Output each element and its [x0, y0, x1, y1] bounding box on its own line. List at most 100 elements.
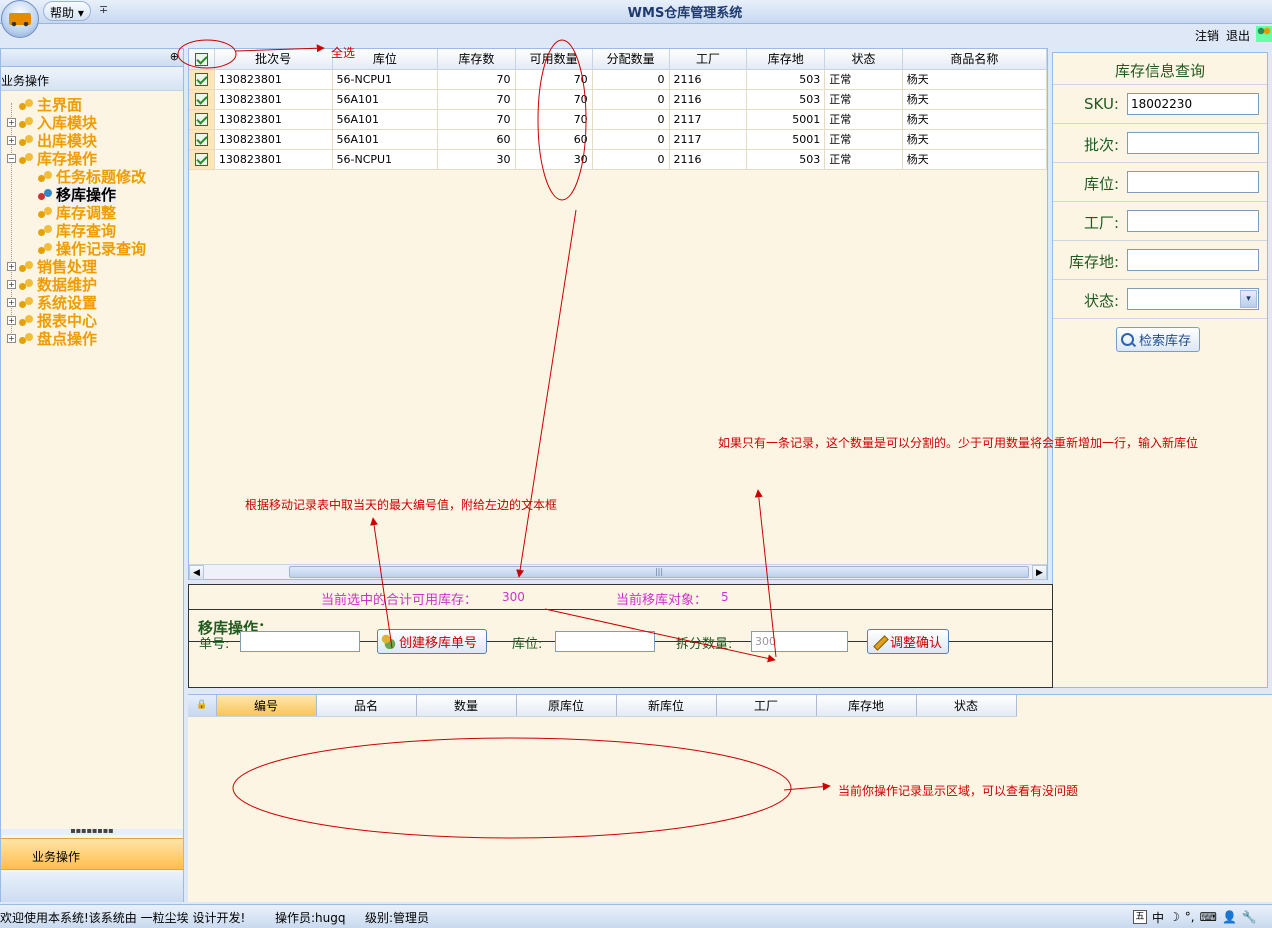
tree-item[interactable]: 操作记录查询 [7, 239, 183, 258]
tree-item[interactable]: 库存查询 [7, 221, 183, 240]
column-header[interactable]: 状态 [824, 49, 903, 70]
row-checkbox[interactable] [189, 149, 215, 170]
tree-item[interactable]: + 盘点操作 [7, 329, 183, 348]
cell-factory: 2117 [669, 129, 748, 150]
confirm-adjust-button[interactable]: 调整确认 [867, 629, 949, 654]
log-column-header[interactable]: 状态 [916, 695, 1017, 717]
lock-icon[interactable]: 🔒 [188, 695, 217, 717]
split-quantity-label: 拆分数量: [676, 637, 733, 652]
scroll-left-icon[interactable]: ◀ [189, 565, 204, 580]
ime-user-icon[interactable]: 👤 [1222, 910, 1237, 924]
log-column-header[interactable]: 工厂 [716, 695, 817, 717]
create-move-order-label: 创建移库单号 [399, 636, 478, 651]
expand-icon[interactable]: + [7, 333, 16, 343]
expand-icon[interactable]: + [7, 261, 16, 271]
column-header[interactable]: 批次号 [214, 49, 333, 70]
location-input[interactable] [1127, 171, 1259, 193]
ime-settings-icon[interactable]: 🔧 [1242, 910, 1257, 924]
column-header[interactable]: 库存数 [437, 49, 516, 70]
tree-item[interactable]: + 数据维护 [7, 275, 183, 294]
order-number-input[interactable] [240, 631, 360, 652]
scroll-thumb[interactable]: ||| [289, 566, 1029, 578]
log-column-header[interactable]: 品名 [316, 695, 417, 717]
log-column-header[interactable]: 新库位 [616, 695, 717, 717]
column-header[interactable]: 商品名称 [902, 49, 1048, 70]
table-row[interactable]: 130823801 56-NCPU1 70 70 0 2116 503 正常 杨天 [189, 69, 1048, 90]
expand-icon[interactable]: + [7, 315, 16, 325]
table-row[interactable]: 130823801 56-NCPU1 30 30 0 2116 503 正常 杨天 [189, 149, 1048, 170]
location-field-row: 库位: [1053, 163, 1267, 202]
ime-halfwidth-icon[interactable]: ☽ [1169, 910, 1180, 924]
panel-splitter[interactable]: ▪▪▪▪▪▪▪▪ [1, 827, 183, 835]
status-select[interactable]: ▾ [1127, 288, 1259, 310]
table-row[interactable]: 130823801 56A101 70 70 0 2117 5001 正常 杨天 [189, 109, 1048, 130]
tree-item[interactable]: 库存调整 [7, 203, 183, 222]
cell-factory: 2116 [669, 69, 748, 90]
column-header[interactable]: 工厂 [669, 49, 748, 70]
factory-input[interactable] [1127, 210, 1259, 232]
cell-allocated: 0 [592, 109, 670, 130]
tree-item[interactable]: + 销售处理 [7, 257, 183, 276]
select-all-checkbox[interactable] [189, 49, 215, 70]
expand-icon[interactable]: + [7, 135, 16, 145]
column-header[interactable]: 分配数量 [592, 49, 670, 70]
log-column-header[interactable]: 库存地 [816, 695, 917, 717]
cell-stock: 70 [437, 109, 516, 130]
tree-item[interactable]: + 系统设置 [7, 293, 183, 312]
tree-item[interactable]: 主界面 [7, 95, 183, 114]
row-checkbox[interactable] [189, 129, 215, 150]
tree-item[interactable]: 任务标题修改 [7, 167, 183, 186]
tree-item[interactable]: + 出库模块 [7, 131, 183, 150]
table-row[interactable]: 130823801 56A101 70 70 0 2116 503 正常 杨天 [189, 89, 1048, 110]
tree-item[interactable]: − 库存操作 [7, 149, 183, 168]
quick-access-arrow-icon[interactable]: ∓ [99, 3, 108, 16]
table-row[interactable]: 130823801 56A101 60 60 0 2117 5001 正常 杨天 [189, 129, 1048, 150]
storage-input[interactable] [1127, 249, 1259, 271]
logout-link[interactable]: 注销 [1195, 27, 1219, 44]
log-column-header[interactable]: 原库位 [516, 695, 617, 717]
cell-location: 56A101 [332, 129, 439, 150]
row-checkbox[interactable] [189, 69, 215, 90]
sku-input[interactable]: 18002230 [1127, 93, 1259, 115]
tree-item[interactable]: 移库操作 [7, 183, 183, 205]
app-menu-button[interactable] [1, 0, 39, 38]
help-menu[interactable]: 帮助 ▾ [43, 1, 91, 21]
log-column-header[interactable]: 数量 [416, 695, 517, 717]
welcome-message: 欢迎使用本系统!该系统由 一粒尘埃 设计开发! [0, 911, 246, 925]
ime-punctuation-icon[interactable]: °, [1185, 910, 1195, 924]
tree-item[interactable]: + 入库模块 [7, 113, 183, 132]
title-bar: 帮助 ▾ ∓ WMS仓库管理系统 [0, 0, 1272, 38]
search-inventory-button[interactable]: 检索库存 [1116, 327, 1200, 352]
users-icon[interactable] [1256, 26, 1272, 42]
sku-label: SKU: [1084, 95, 1119, 113]
expand-icon[interactable]: + [7, 297, 16, 307]
collapse-icon[interactable]: − [7, 153, 16, 163]
row-checkbox[interactable] [189, 89, 215, 110]
horizontal-scrollbar[interactable]: ◀ ||| ▶ [189, 564, 1047, 580]
exit-link[interactable]: 退出 [1226, 27, 1250, 44]
create-move-order-button[interactable]: 创建移库单号 [377, 629, 487, 654]
business-operations-button[interactable]: 业务操作 [1, 838, 183, 870]
batch-input[interactable] [1127, 132, 1259, 154]
split-quantity-input[interactable]: 300 [751, 631, 848, 652]
new-location-input[interactable] [555, 631, 655, 652]
move-operation-panel: 当前选中的合计可用库存： 300 当前移库对象： 5 移库操作： 单号: 创建移… [188, 584, 1053, 688]
ime-wubi-icon[interactable]: 五 [1133, 910, 1147, 924]
cell-batch: 130823801 [214, 129, 333, 150]
column-header[interactable]: 库位 [332, 49, 439, 70]
column-header[interactable]: 可用数量 [515, 49, 593, 70]
expand-icon[interactable]: + [7, 279, 16, 289]
column-header[interactable]: 库存地 [746, 49, 826, 70]
collapse-icon[interactable]: ⊕ [170, 50, 179, 63]
chevron-down-icon[interactable]: ▾ [1240, 290, 1257, 308]
ime-keyboard-icon[interactable]: ⌨ [1200, 910, 1217, 924]
scroll-right-icon[interactable]: ▶ [1032, 565, 1047, 580]
tree-item[interactable]: + 报表中心 [7, 311, 183, 330]
factory-label: 工厂: [1083, 214, 1119, 232]
operation-log-panel: 🔒 编号 品名 数量 原库位 新库位 工厂 库存地 状态 [188, 694, 1272, 902]
cell-batch: 130823801 [214, 109, 333, 130]
expand-icon[interactable]: + [7, 117, 16, 127]
row-checkbox[interactable] [189, 109, 215, 130]
ime-chinese-icon[interactable]: 中 [1152, 909, 1164, 926]
log-column-header[interactable]: 编号 [216, 695, 317, 717]
